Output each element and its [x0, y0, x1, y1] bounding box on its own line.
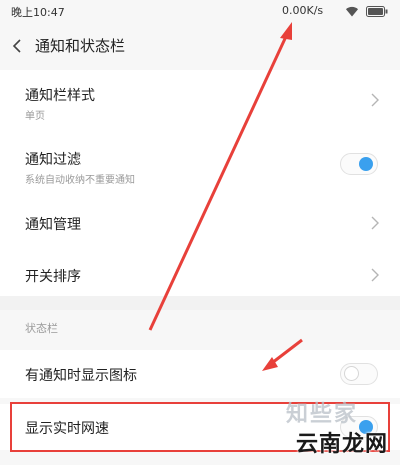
status-bar: 晚上10:47 0.00K/s: [0, 0, 400, 24]
toggle-knob: [344, 366, 359, 381]
back-arrow-icon[interactable]: [10, 37, 24, 55]
wifi-icon: [346, 6, 358, 17]
page-title: 通知和状态栏: [35, 37, 126, 55]
item-label: 有通知时显示图标: [25, 368, 137, 384]
list-item-notification-filter[interactable]: 通知过滤 系统自动收纳不重要通知: [0, 136, 400, 194]
section-divider: [0, 296, 400, 310]
notification-filter-toggle[interactable]: [340, 153, 378, 175]
chevron-right-icon: [371, 93, 379, 107]
item-label: 通知栏样式: [25, 88, 95, 104]
list-item-notification-style[interactable]: 通知栏样式 单页: [0, 70, 400, 128]
chevron-right-icon: [371, 268, 379, 282]
item-label: 通知过滤: [25, 152, 81, 168]
toggle-knob: [359, 157, 373, 171]
list-item-toggle-order[interactable]: 开关排序: [0, 250, 400, 296]
show-notification-icons-toggle[interactable]: [340, 363, 378, 385]
item-sublabel: 单页: [25, 111, 45, 122]
list-item-notification-management[interactable]: 通知管理: [0, 198, 400, 248]
battery-icon: [366, 6, 388, 17]
status-time: 晚上10:47: [11, 6, 65, 19]
watermark-logo: 知些家: [286, 402, 359, 427]
item-label: 通知管理: [25, 217, 81, 233]
notification-settings-list: 通知栏样式 单页 通知过滤 系统自动收纳不重要通知 通知管理 开关排序: [0, 70, 400, 296]
network-speed: 0.00K/s: [282, 4, 324, 17]
chevron-right-icon: [371, 216, 379, 230]
item-label: 开关排序: [25, 269, 81, 285]
item-sublabel: 系统自动收纳不重要通知: [25, 175, 135, 186]
watermark-site-name: 云南龙网: [296, 432, 389, 457]
section-header-status-bar: 状态栏: [25, 322, 58, 335]
list-item-show-icons-on-notification[interactable]: 有通知时显示图标: [0, 350, 400, 398]
title-bar: 通知和状态栏: [0, 24, 400, 68]
